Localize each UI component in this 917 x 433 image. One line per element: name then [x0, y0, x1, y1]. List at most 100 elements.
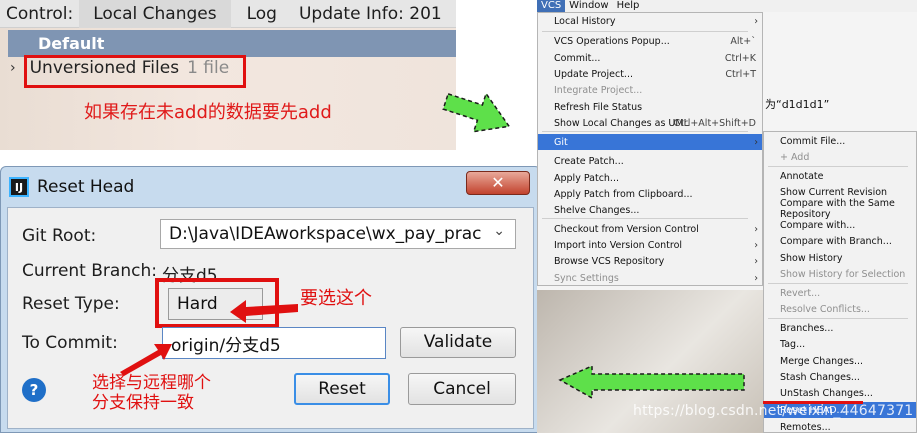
dialog-body: Git Root: D:\Java\IDEAworkspace\wx_pay_p… [7, 207, 534, 429]
validate-button[interactable]: Validate [400, 327, 516, 358]
cancel-button[interactable]: Cancel [408, 373, 516, 405]
help-icon[interactable]: ? [22, 378, 46, 402]
git-menu-item-label: Branches... [780, 322, 834, 334]
to-commit-input[interactable]: origin/分支d5 [162, 327, 386, 359]
git-root-select[interactable]: D:\Java\IDEAworkspace\wx_pay_prac ⌄ [160, 219, 516, 249]
vcs-menu-item[interactable]: Import into Version Control › [538, 237, 762, 253]
git-menu-item[interactable]: Remotes... [764, 419, 916, 433]
version-control-panel: Control: Local Changes Log Update Info: … [0, 0, 456, 150]
git-menu-item[interactable]: Compare with the Same Repository [764, 198, 916, 220]
reset-type-label: Reset Type: [22, 294, 120, 314]
git-menu-item-label: Show History for Selection [780, 268, 906, 280]
tab-update-info[interactable]: Update Info: 201 [293, 4, 448, 24]
git-menu-item[interactable]: Show History [764, 250, 916, 266]
changelist-default[interactable]: Default [8, 30, 456, 57]
git-menu-item-label: Show History [780, 252, 843, 264]
git-submenu: Commit File... + Add Annotate Show Current … [763, 131, 917, 433]
git-root-label: Git Root: [22, 226, 97, 246]
vcs-menu-item-label: Sync Settings [554, 272, 619, 284]
vcs-menu-item[interactable]: Apply Patch... [538, 170, 762, 186]
submenu-arrow-icon: › [754, 136, 758, 148]
git-menu-item[interactable]: Compare with Branch... [764, 233, 916, 249]
reset-button[interactable]: Reset [294, 373, 390, 405]
menu-separator [542, 131, 749, 132]
git-menu-item-label: Merge Changes... [780, 355, 864, 367]
git-menu-item-label: Revert... [780, 287, 821, 299]
menu-help[interactable]: Help [613, 0, 644, 12]
tab-log[interactable]: Log [231, 4, 293, 24]
vcs-menu-item-label: Refresh File Status [554, 101, 643, 113]
chevron-down-icon[interactable]: ⌄ [493, 223, 505, 239]
menu-separator [768, 166, 908, 167]
menu-vcs[interactable]: VCS [537, 0, 566, 12]
git-menu-item-label: Show Current Revision [780, 186, 888, 198]
submenu-arrow-icon: › [754, 223, 758, 235]
git-menu-item-label: Tag... [780, 338, 806, 350]
submenu-arrow-icon: › [754, 15, 758, 27]
shortcut-label: Ctrl+T [725, 68, 756, 80]
menu-bar: VCS Window Help [537, 0, 917, 12]
vcs-menu-item[interactable]: Checkout from Version Control › [538, 221, 762, 237]
git-menu-item[interactable]: Compare with... [764, 217, 916, 233]
close-button[interactable]: ✕ [466, 171, 530, 195]
vcs-menu-item-label: Checkout from Version Control [554, 223, 699, 235]
vcs-menu-item-label: Show Local Changes as UML [554, 117, 689, 129]
to-commit-label: To Commit: [22, 333, 118, 353]
git-menu-item: Show History for Selection [764, 266, 916, 282]
git-menu-item[interactable]: Commit File... [764, 133, 916, 149]
menu-separator [768, 283, 908, 284]
vcs-menu: Local History › VCS Operations Popup... Alt… [537, 12, 763, 286]
shortcut-label: Ctrl+K [724, 52, 756, 64]
menu-window[interactable]: Window [565, 0, 612, 12]
menu-separator [768, 318, 908, 319]
git-menu-item-label: + Add [780, 151, 810, 163]
vcs-menu-item[interactable]: Git › [538, 134, 762, 150]
vcs-menu-item-label: Import into Version Control [554, 239, 683, 251]
git-menu-item[interactable]: UnStash Changes... [764, 385, 916, 401]
git-menu-item-label: Compare with Branch... [780, 235, 892, 247]
vcs-menu-item-label: VCS Operations Popup... [554, 35, 670, 47]
vcs-menu-item-label: Create Patch... [554, 155, 624, 167]
menu-separator [542, 31, 749, 32]
vcs-menu-item[interactable]: VCS Operations Popup... Alt+` [538, 33, 762, 49]
vcs-menu-item[interactable]: Refresh File Status [538, 99, 762, 115]
vcs-menu-item[interactable]: Update Project... Ctrl+T [538, 66, 762, 82]
vcs-menu-item-label: Git [554, 136, 568, 148]
vcs-menu-item[interactable]: Browse VCS Repository › [538, 253, 762, 269]
vcs-menu-item[interactable]: Apply Patch from Clipboard... [538, 186, 762, 202]
red-arrow-left-icon [230, 300, 298, 323]
git-menu-item-label: Resolve Conflicts... [780, 303, 870, 315]
menu-separator [542, 218, 749, 219]
highlight-box-unversioned [24, 55, 246, 88]
dialog-title-bar: IJ Reset Head [1, 167, 540, 207]
tab-local-changes[interactable]: Local Changes [79, 0, 231, 28]
vcs-menu-item[interactable]: Create Patch... [538, 153, 762, 169]
intellij-logo-icon: IJ [9, 177, 29, 197]
vcs-menu-item[interactable]: Shelve Changes... [538, 202, 762, 218]
git-menu-item[interactable]: Tag... [764, 336, 916, 352]
vcs-menu-item[interactable]: Show Local Changes as UML Ctrl+Alt+Shift+… [538, 115, 762, 131]
shortcut-label: Ctrl+Alt+Shift+D [673, 117, 756, 129]
vcs-menu-item: Integrate Project... [538, 82, 762, 98]
green-arrow-left-icon [558, 364, 745, 400]
git-menu-item[interactable]: Merge Changes... [764, 353, 916, 369]
git-menu-item-label: Remotes... [780, 421, 831, 433]
chevron-right-icon[interactable]: › [10, 60, 16, 76]
git-menu-item-label: Annotate [780, 170, 824, 182]
git-menu-item-label: Compare with... [780, 219, 856, 231]
git-menu-item[interactable]: Stash Changes... [764, 369, 916, 385]
git-menu-item[interactable]: Annotate [764, 168, 916, 184]
vcs-menu-item[interactable]: Commit... Ctrl+K [538, 50, 762, 66]
vcs-menu-item-label: Commit... [554, 52, 601, 64]
vcs-menu-item-label: Apply Patch from Clipboard... [554, 188, 693, 200]
green-arrow-right-icon [442, 91, 511, 133]
git-menu-item[interactable]: Branches... [764, 320, 916, 336]
annotation-select-remote-line2: 分支保持一致 [92, 393, 194, 413]
shortcut-label: Alt+` [730, 35, 756, 47]
current-branch-label: Current Branch: [22, 261, 157, 281]
submenu-arrow-icon: › [754, 255, 758, 267]
submenu-arrow-icon: › [754, 239, 758, 251]
vcs-menu-item[interactable]: Local History › [538, 13, 762, 29]
git-menu-item-label: Commit File... [780, 135, 846, 147]
vcs-menu-item-label: Apply Patch... [554, 172, 619, 184]
